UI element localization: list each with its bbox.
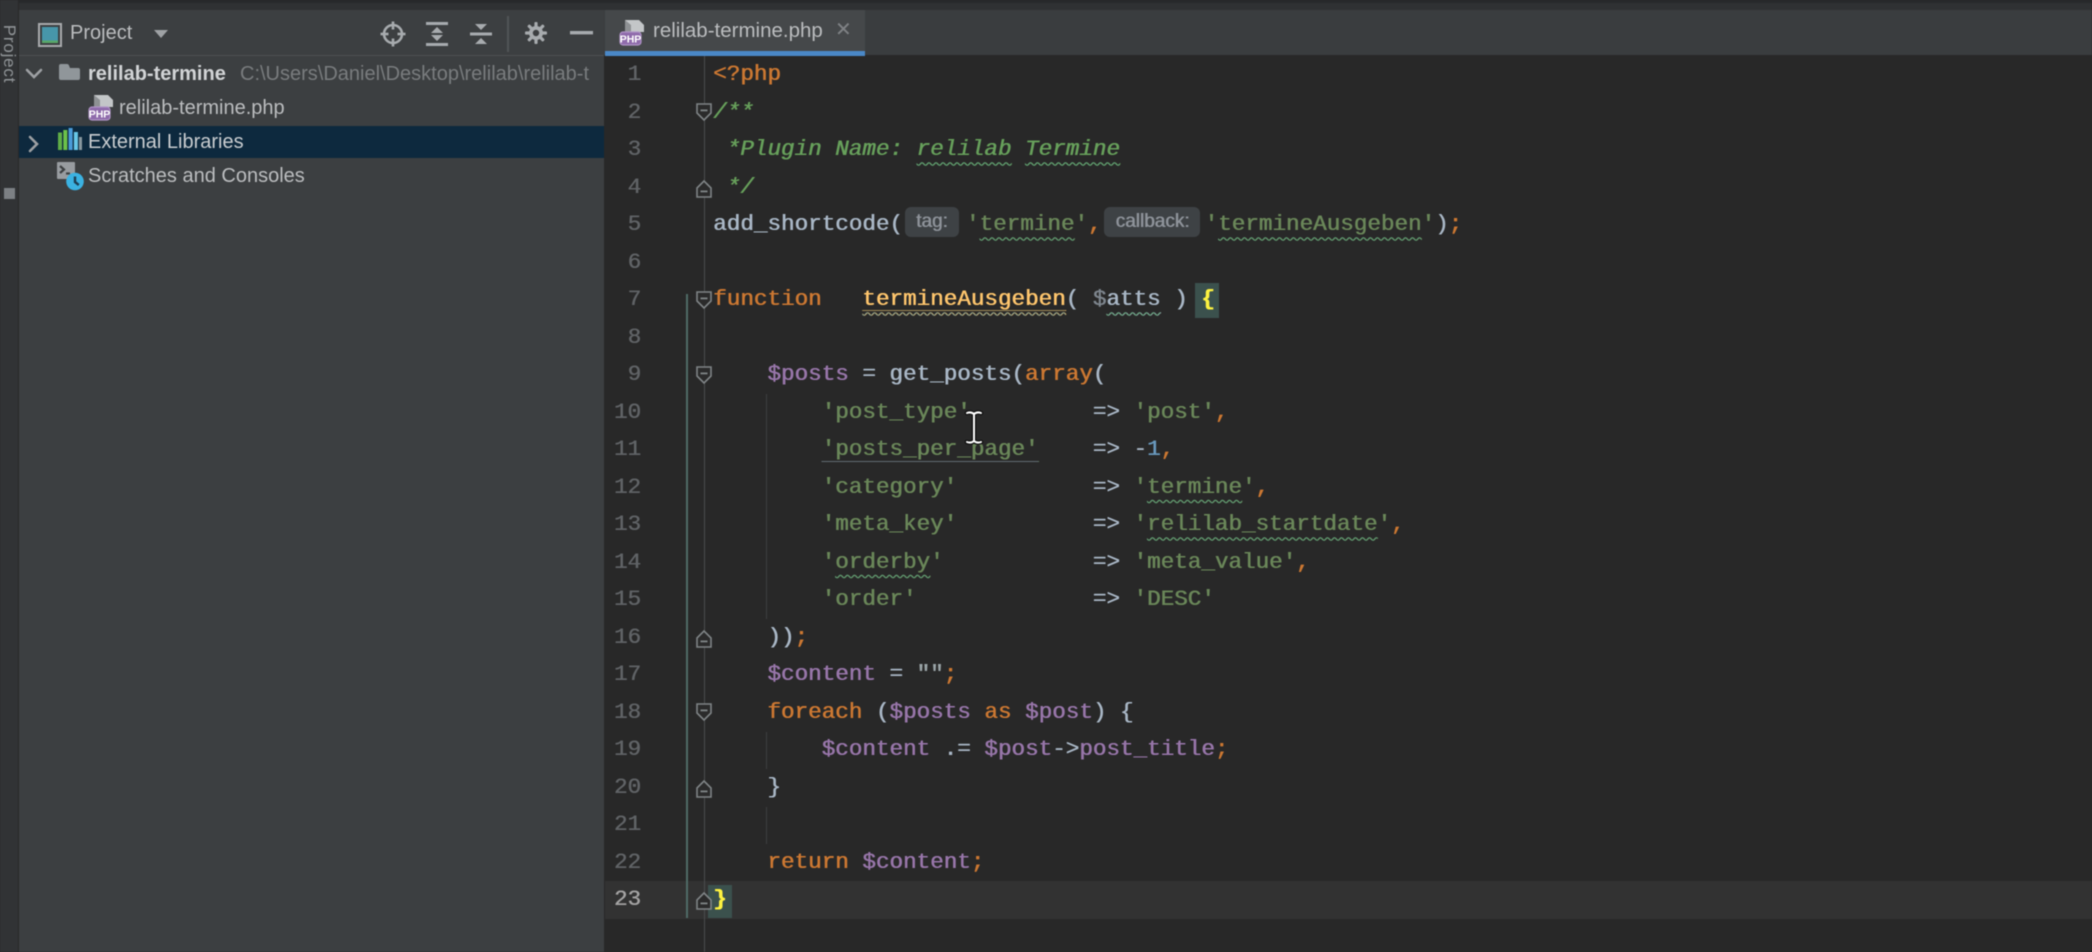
- svg-text:PHP: PHP: [620, 34, 642, 46]
- svg-text:PHP: PHP: [89, 109, 111, 121]
